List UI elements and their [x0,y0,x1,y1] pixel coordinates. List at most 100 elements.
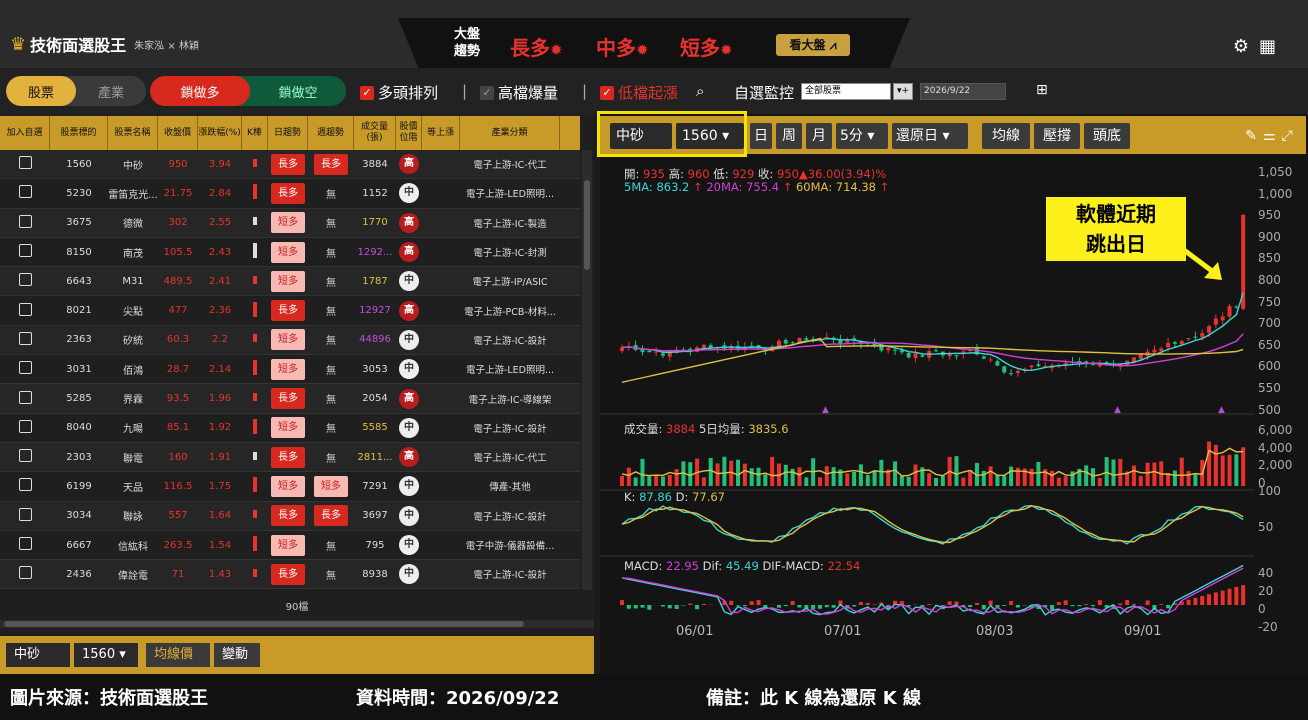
pencil-icon[interactable]: ✎ [1245,128,1263,144]
search-icon[interactable]: ⌕ [696,82,704,100]
table-cell: 長多 [268,388,308,410]
lock-long-button[interactable]: 鎖做多 [150,76,250,106]
date-select[interactable]: 2026/9/22 [920,83,1006,100]
add-watch-checkbox[interactable] [18,331,32,345]
view-market-button[interactable]: 看大盤 ⩘ [776,34,850,56]
expand-icon[interactable]: ⤢ [1282,128,1299,144]
table-cell: 電子上游-IC-設計 [473,423,547,435]
table-cell [242,568,268,580]
table-row[interactable]: 8150 南茂 105.5 2.43 短多 無 1292... 高 電子上游-IC-封測 [0,238,580,268]
add-watch-checkbox[interactable] [18,214,32,228]
table-row[interactable]: 1560 中砂 950 3.94 長多 長多 3884 高 電子上游-IC-代工 [0,150,580,180]
macd-bar [756,600,761,605]
add-watch-checkbox[interactable] [18,566,32,580]
header-cell[interactable]: 漲跌幅(%) [198,116,242,150]
table-row[interactable]: 8021 尖點 477 2.36 長多 無 12927 高 電子上游-PCB-材料... [0,296,580,326]
ma-button[interactable]: 均線 [982,123,1030,149]
add-watch-checkbox[interactable] [18,361,32,375]
axis-tick-label: 09/01 [1124,624,1162,639]
table-row[interactable]: 2303 聯電 160 1.91 長多 無 2811... 高 電子上游-IC-代工 [0,442,580,473]
ma-price-button[interactable]: 均線價 [146,643,210,667]
select-arrows[interactable]: ▾+ [893,83,913,100]
table-row[interactable]: 6667 信紘科 263.5 1.54 短多 無 795 中 電子中游-儀器設備... [0,531,580,561]
table-row[interactable]: 3675 德微 302 2.55 短多 無 1770 高 電子上游-IC-製造 [0,208,580,238]
add-watch-checkbox[interactable] [18,449,32,463]
table-row[interactable]: 3031 佰鴻 28.7 2.14 短多 無 3053 中 電子上游-LED照明... [0,355,580,385]
add-watch-checkbox[interactable] [18,244,32,258]
macd-bar [988,600,993,605]
table-cell: 無 [326,307,336,319]
gear-icon[interactable]: ⚙ [1233,36,1259,57]
top-bottom-button[interactable]: 頭底 [1084,123,1130,149]
bottom-stock-name[interactable]: 中砂 [6,643,70,667]
low-rise-filter[interactable]: ✓ 低檔起漲 [600,82,678,103]
header-cell[interactable]: 產業分類 [460,116,560,150]
callout-arrow-icon [1182,248,1222,280]
table-row[interactable]: 5285 界霖 93.5 1.96 長多 無 2054 高 電子上游-IC-導線架 [0,384,580,414]
volume-bar [1111,459,1116,486]
table-row[interactable]: 5230 雷笛克光... 21.75 2.84 長多 無 1152 中 電子上游-LED照明..… [0,179,580,209]
watchlist-select[interactable]: 全部股票 [801,83,891,100]
sliders-icon[interactable]: ⚌ [1263,128,1282,144]
macd-bar [1200,596,1205,605]
candle-body [1179,341,1184,345]
grid-icon[interactable]: ▦ [1259,36,1286,57]
macd-bar [1097,600,1102,605]
period-month[interactable]: 月 [806,123,832,149]
horizontal-scrollbar[interactable] [0,620,594,628]
header-cell[interactable]: 成交量(張) [354,116,396,150]
adjust-select[interactable]: 還原日 ▾ [892,123,968,149]
add-watch-checkbox[interactable] [18,419,32,433]
period-day[interactable]: 日 [750,123,772,149]
header-cell[interactable]: 股票名稱 [108,116,158,150]
add-watch-checkbox[interactable] [18,156,32,170]
macd-bar [1084,604,1089,605]
header-cell[interactable]: 收盤價 [158,116,198,150]
macd-bar [1145,600,1150,605]
table-row[interactable]: 6643 M31 489.5 2.41 短多 無 1787 中 電子上游-IP/ASIC [0,267,580,297]
header-cell[interactable]: 週趨勢 [308,116,354,150]
high-volume-filter[interactable]: ✓ 高檔爆量 [480,82,558,103]
tab-industry[interactable]: 產業 [76,76,146,106]
header-cell[interactable]: K棒 [242,116,268,150]
header-cell[interactable]: 股票標的 [50,116,108,150]
table-cell: 1.64 [208,510,232,522]
add-watch-checkbox[interactable] [18,302,32,316]
add-watch-checkbox[interactable] [18,478,32,492]
add-watch-checkbox[interactable] [18,390,32,404]
table-row[interactable]: 8040 九暘 85.1 1.92 短多 無 5585 中 電子上游-IC-設計 [0,414,580,443]
vertical-scrollbar[interactable] [582,150,592,590]
multi-head-filter[interactable]: ✓ 多頭排列 [360,82,438,103]
candle-body [995,361,1000,366]
table-cell: 無 [326,395,336,407]
support-resistance-button[interactable]: 壓撐 [1034,123,1080,149]
period-week[interactable]: 周 [776,123,802,149]
table-cell: 1.75 [208,480,232,492]
add-watch-checkbox[interactable] [18,537,32,550]
add-watch-checkbox[interactable] [18,507,32,521]
table-cell: 高 [396,447,422,468]
header-cell[interactable]: 加入自選 [0,116,50,150]
add-watch-checkbox[interactable] [18,273,32,287]
table-row[interactable]: 2363 矽統 60.3 2.2 短多 無 44896 中 電子上游-IC-設計 [0,325,580,356]
table-cell: 2.55 [208,217,232,229]
candle-icon [253,536,257,551]
interval-select[interactable]: 5分 ▾ [836,123,888,149]
candle-body [1200,333,1205,338]
add-watch-checkbox[interactable] [18,185,32,199]
bottom-stock-code[interactable]: 1560 ▾ [74,643,138,667]
header-cell[interactable]: 日趨勢 [268,116,308,150]
macd-bar [688,603,693,605]
table-row[interactable]: 6199 天品 116.5 1.75 短多 短多 7291 中 傳產-其他 [0,472,580,502]
table-icon[interactable]: ⊞ [1036,82,1048,98]
table-cell [242,184,268,202]
change-button[interactable]: 變動 [214,643,260,667]
macd-bar [701,603,706,605]
lock-short-button[interactable]: 鎖做空 [250,76,346,106]
table-row[interactable]: 3034 聯詠 557 1.64 長多 長多 3697 中 電子上游-IC-設計 [0,501,580,531]
tab-stocks[interactable]: 股票 [6,76,76,106]
table-row[interactable]: 2436 偉詮電 71 1.43 長多 無 8938 中 電子上游-IC-設計 [0,560,580,590]
axis-tick-label: 800 [1258,273,1281,287]
header-cell[interactable]: 股價位階 [396,116,422,150]
header-cell[interactable]: 等上漲 [422,116,460,150]
